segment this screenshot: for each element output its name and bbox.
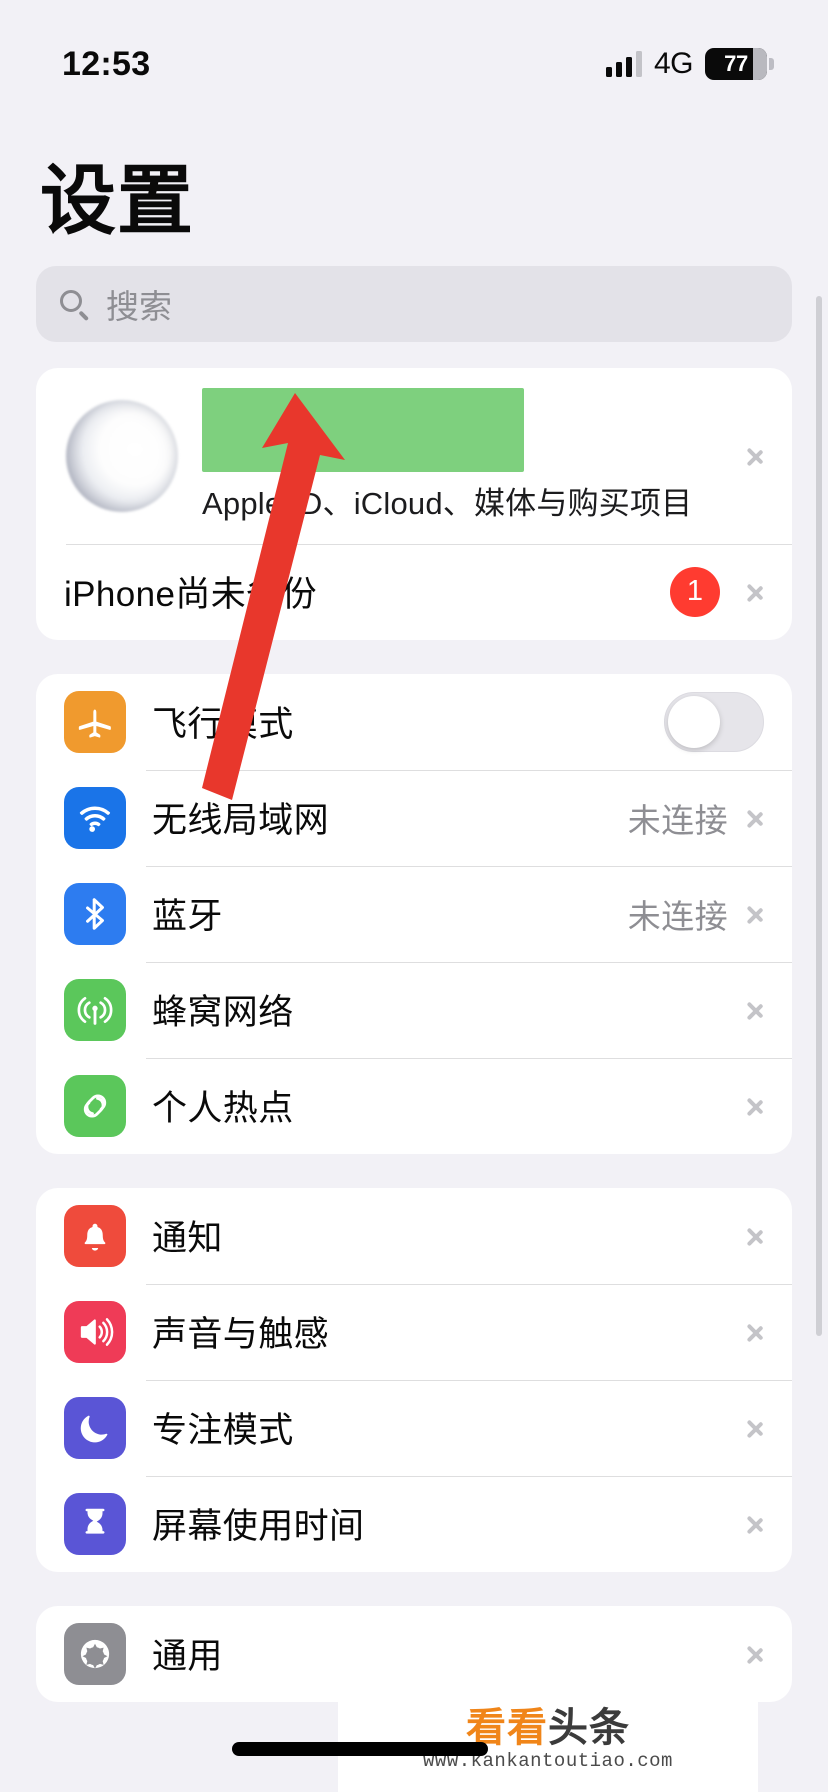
- search-field[interactable]: 搜索: [36, 265, 792, 342]
- account-group: Apple ID、iCloud、媒体与购买项目 iPhone尚未备份 1: [36, 367, 792, 640]
- chevron-right-icon: [746, 1638, 764, 1670]
- sidebar-item-wifi[interactable]: 无线局域网 未连接: [36, 769, 792, 866]
- bluetooth-status-value: 未连接: [627, 897, 728, 935]
- avatar: [66, 399, 178, 512]
- watermark-logo: 看看头条: [466, 1708, 630, 1748]
- chevron-right-icon: [746, 576, 764, 608]
- airplane-icon: [64, 690, 126, 753]
- apple-id-subtitle: Apple ID、iCloud、媒体与购买项目: [202, 486, 693, 522]
- personal-hotspot-icon: [64, 1074, 126, 1137]
- sidebar-item-label: 屏幕使用时间: [152, 1507, 365, 1547]
- status-bar-indicators: 4G 77: [605, 47, 774, 81]
- chevron-right-icon: [746, 1508, 764, 1540]
- search-icon: [58, 288, 90, 321]
- speaker-icon: [64, 1300, 126, 1363]
- sidebar-item-label: 通知: [152, 1219, 223, 1259]
- network-type-label: 4G: [653, 47, 694, 80]
- watermark: 看看头条 www.kankantoutiao.com: [338, 1688, 758, 1792]
- sidebar-item-label: 专注模式: [152, 1411, 294, 1451]
- sidebar-item-sounds-haptics[interactable]: 声音与触感: [36, 1283, 792, 1380]
- apple-id-text: Apple ID、iCloud、媒体与购买项目: [202, 388, 742, 523]
- sidebar-item-label: 个人热点: [152, 1089, 294, 1129]
- battery-icon: 77: [705, 48, 774, 80]
- hourglass-icon: [64, 1492, 126, 1555]
- chevron-right-icon: [746, 1412, 764, 1444]
- moon-icon: [64, 1396, 126, 1459]
- sidebar-item-screen-time[interactable]: 屏幕使用时间: [36, 1475, 792, 1572]
- sidebar-item-personal-hotspot[interactable]: 个人热点: [36, 1057, 792, 1154]
- watermark-logo-dark: 头条: [548, 1706, 630, 1750]
- backup-row-label: iPhone尚未备份: [64, 575, 317, 615]
- cellular-antenna-icon: [64, 978, 126, 1041]
- sidebar-item-focus[interactable]: 专注模式: [36, 1379, 792, 1476]
- account-name-redaction: [202, 388, 524, 473]
- sidebar-item-label: 蜂窝网络: [152, 993, 294, 1033]
- settings-screen: 12:53 4G 77 设置 搜索 Apple ID、iCloud、媒体与购买项…: [0, 0, 828, 1792]
- backup-row[interactable]: iPhone尚未备份 1: [36, 543, 792, 640]
- chevron-right-icon: [746, 1316, 764, 1348]
- apple-id-row[interactable]: Apple ID、iCloud、媒体与购买项目: [36, 368, 792, 544]
- status-badge: 1: [670, 566, 720, 617]
- sidebar-item-label: 飞行模式: [152, 705, 294, 745]
- signal-bars-icon: [605, 51, 642, 77]
- status-bar: 12:53 4G 77: [0, 0, 828, 100]
- chevron-right-icon: [746, 898, 764, 930]
- chevron-right-icon: [746, 802, 764, 834]
- connectivity-group: 飞行模式 无线局域网 未连接 蓝牙 未连接 蜂窝网络 个人热点: [36, 673, 792, 1154]
- sidebar-item-notifications[interactable]: 通知: [36, 1188, 792, 1284]
- airplane-mode-toggle[interactable]: [664, 691, 764, 752]
- sidebar-item-label: 通用: [152, 1637, 223, 1677]
- page-title: 设置: [40, 159, 194, 244]
- sidebar-item-label: 蓝牙: [152, 897, 223, 937]
- chevron-right-icon: [746, 440, 764, 472]
- sidebar-item-label: 无线局域网: [152, 801, 330, 841]
- chevron-right-icon: [746, 994, 764, 1026]
- wifi-icon: [64, 786, 126, 849]
- sidebar-item-bluetooth[interactable]: 蓝牙 未连接: [36, 865, 792, 962]
- notifications-group: 通知 声音与触感 专注模式 屏幕使用时间: [36, 1187, 792, 1572]
- bluetooth-icon: [64, 882, 126, 945]
- sidebar-item-airplane-mode[interactable]: 飞行模式: [36, 674, 792, 770]
- chevron-right-icon: [746, 1090, 764, 1122]
- bell-icon: [64, 1204, 126, 1267]
- scrollbar[interactable]: [816, 296, 822, 1336]
- home-indicator: [232, 1742, 488, 1756]
- settings-scroll-view[interactable]: 设置 搜索 Apple ID、iCloud、媒体与购买项目 iPhone尚未备份…: [0, 100, 828, 1702]
- sidebar-item-cellular[interactable]: 蜂窝网络: [36, 961, 792, 1058]
- gear-icon: [64, 1622, 126, 1685]
- wifi-status-value: 未连接: [627, 801, 728, 839]
- chevron-right-icon: [746, 1220, 764, 1252]
- battery-percent-label: 77: [724, 51, 748, 76]
- sidebar-item-label: 声音与触感: [152, 1315, 330, 1355]
- search-placeholder: 搜索: [106, 287, 172, 325]
- status-bar-time: 12:53: [62, 44, 151, 83]
